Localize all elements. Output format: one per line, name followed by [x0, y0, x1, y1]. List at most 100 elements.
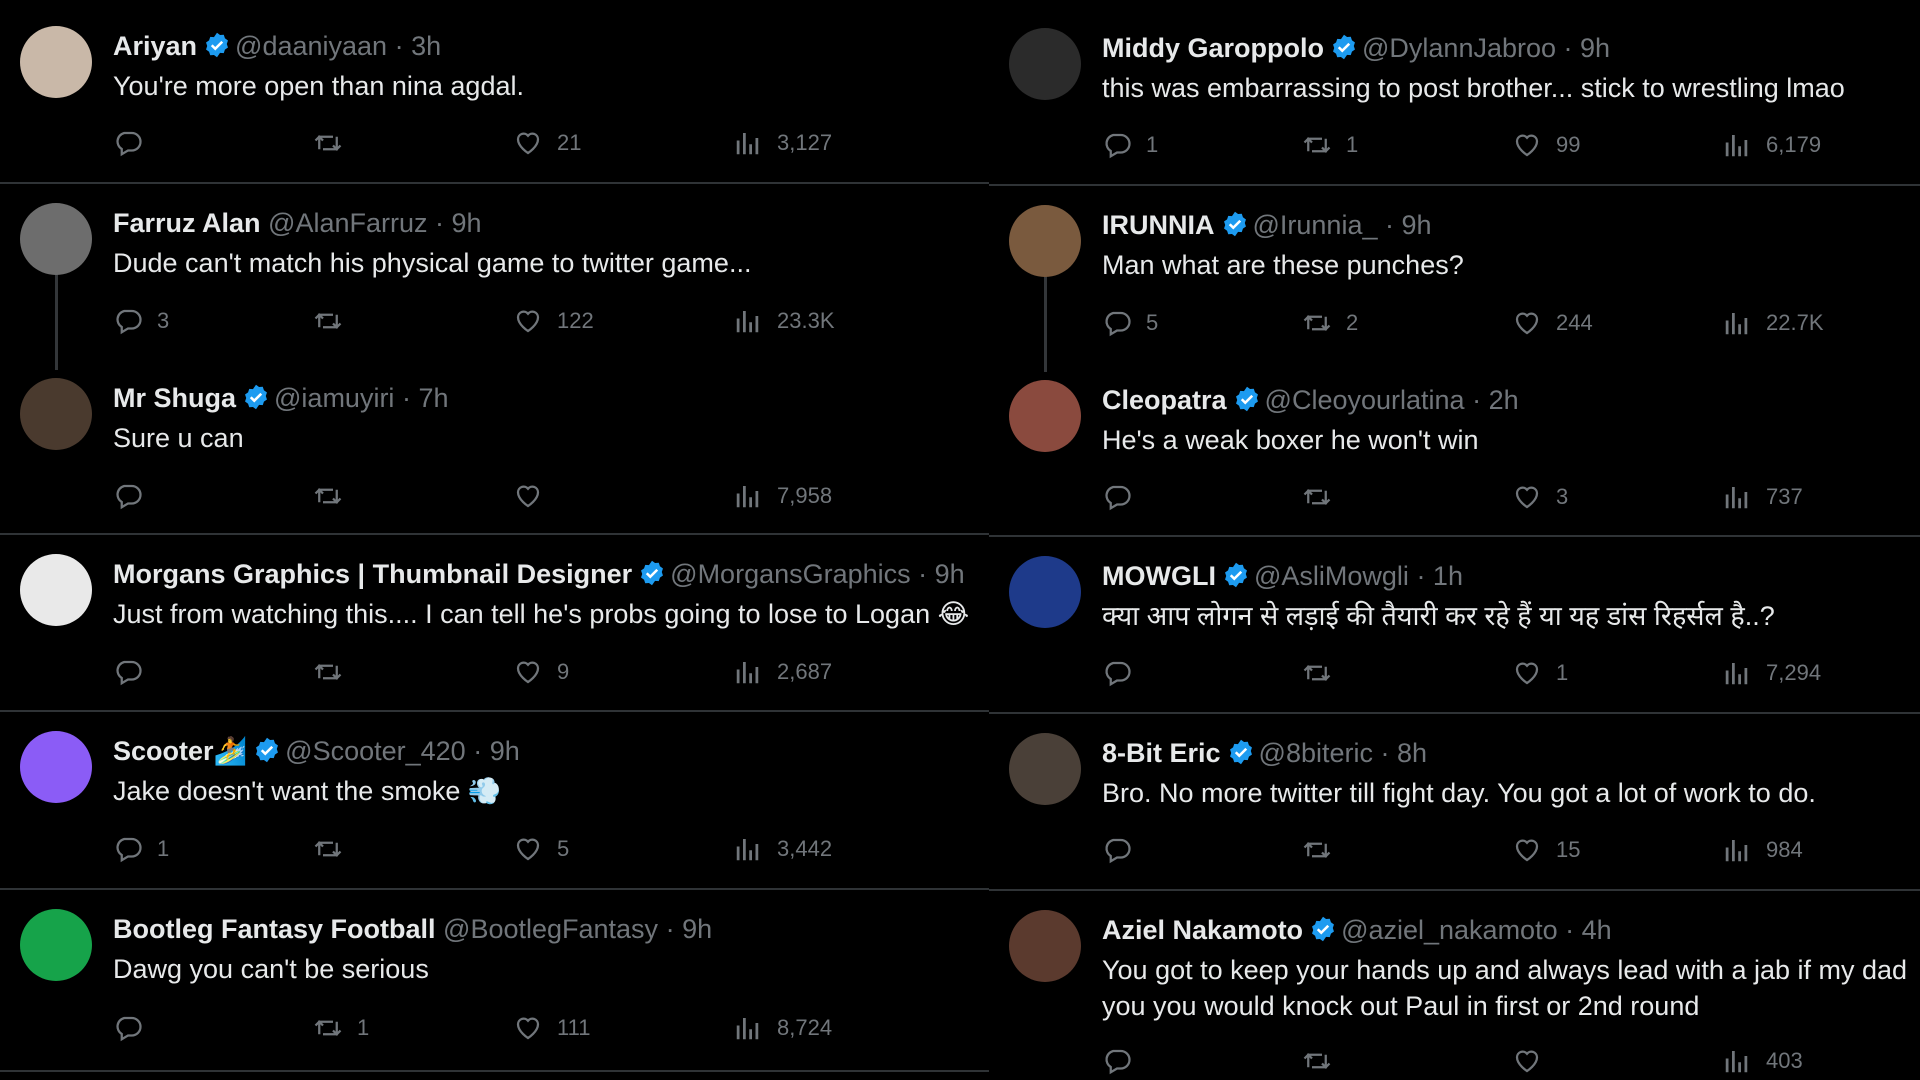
like-button[interactable]: 122 — [513, 305, 594, 337]
views-button[interactable]: 7,958 — [733, 480, 832, 512]
like-button[interactable]: 3 — [1512, 481, 1568, 513]
tweet-time[interactable]: · 1h — [1416, 561, 1463, 591]
user-handle[interactable]: @Scooter_420 — [285, 736, 466, 766]
retweet-button[interactable]: 1 — [313, 1012, 369, 1044]
avatar[interactable] — [20, 731, 92, 803]
tweet-time[interactable]: · 9h — [666, 914, 713, 944]
avatar[interactable] — [1009, 910, 1081, 982]
user-handle[interactable]: @AlanFarruz — [268, 208, 427, 238]
like-button[interactable]: 21 — [513, 127, 581, 159]
like-button[interactable]: 1 — [1512, 657, 1568, 689]
user-handle[interactable]: @8biteric — [1259, 738, 1373, 768]
retweet-button[interactable] — [313, 656, 357, 688]
reply-button[interactable] — [113, 1012, 157, 1044]
like-button[interactable]: 111 — [513, 1012, 590, 1044]
views-button[interactable]: 22.7K — [1722, 307, 1824, 339]
retweet-button[interactable] — [1302, 657, 1346, 689]
avatar[interactable] — [20, 378, 92, 450]
reply-button[interactable] — [1102, 481, 1146, 513]
reply-button[interactable] — [113, 656, 157, 688]
retweet-button[interactable]: 1 — [1302, 129, 1358, 161]
user-handle[interactable]: @AsliMowgli — [1254, 561, 1409, 591]
like-button[interactable]: 244 — [1512, 307, 1593, 339]
tweet-text: You got to keep your hands up and always… — [1102, 952, 1907, 1024]
tweet-time[interactable]: · 9h — [918, 559, 965, 589]
views-button[interactable]: 8,724 — [733, 1012, 832, 1044]
views-button[interactable]: 2,687 — [733, 656, 832, 688]
display-name[interactable]: Cleopatra — [1102, 385, 1227, 415]
like-button[interactable]: 9 — [513, 656, 569, 688]
reply-button[interactable] — [1102, 1045, 1146, 1077]
tweet-time[interactable]: · 9h — [1385, 210, 1432, 240]
avatar[interactable] — [1009, 556, 1081, 628]
display-name[interactable]: Middy Garoppolo — [1102, 33, 1324, 63]
views-button[interactable]: 3,127 — [733, 127, 832, 159]
display-name[interactable]: Aziel Nakamoto — [1102, 915, 1303, 945]
retweet-button[interactable] — [1302, 834, 1346, 866]
tweet-time[interactable]: · 9h — [473, 736, 520, 766]
views-button[interactable]: 984 — [1722, 834, 1803, 866]
reply-button[interactable]: 1 — [1102, 129, 1158, 161]
views-button[interactable]: 6,179 — [1722, 129, 1821, 161]
views-button[interactable]: 403 — [1722, 1045, 1803, 1077]
reply-button[interactable]: 1 — [113, 833, 169, 865]
display-name[interactable]: MOWGLI — [1102, 561, 1216, 591]
tweet-time[interactable]: · 2h — [1472, 385, 1519, 415]
like-count: 1 — [1556, 660, 1569, 685]
tweet-time[interactable]: · 9h — [435, 208, 482, 238]
display-name[interactable]: Scooter🏄 — [113, 736, 247, 766]
like-button[interactable]: 99 — [1512, 129, 1580, 161]
tweet-time[interactable]: · 7h — [402, 383, 449, 413]
user-handle[interactable]: @daaniyaan — [235, 31, 387, 61]
user-handle[interactable]: @iamuyiri — [274, 383, 394, 413]
avatar[interactable] — [1009, 28, 1081, 100]
user-handle[interactable]: @BootlegFantasy — [443, 914, 658, 944]
retweet-button[interactable]: 2 — [1302, 307, 1358, 339]
tweet-time[interactable]: · 3h — [395, 31, 442, 61]
display-name[interactable]: Mr Shuga — [113, 383, 236, 413]
avatar[interactable] — [1009, 380, 1081, 452]
like-button[interactable]: 5 — [513, 833, 569, 865]
retweet-button[interactable] — [313, 480, 357, 512]
reply-button[interactable]: 3 — [113, 305, 169, 337]
tweet-text-line: you you would knock out Paul in first or… — [1102, 991, 1700, 1021]
user-handle[interactable]: @DylannJabroo — [1362, 33, 1556, 63]
retweet-button[interactable] — [313, 305, 357, 337]
avatar[interactable] — [20, 203, 92, 275]
reply-button[interactable] — [113, 127, 157, 159]
display-name[interactable]: Farruz Alan — [113, 208, 261, 238]
avatar[interactable] — [1009, 205, 1081, 277]
display-name[interactable]: IRUNNIA — [1102, 210, 1215, 240]
reply-button[interactable] — [1102, 834, 1146, 866]
user-handle[interactable]: @Irunnia_ — [1253, 210, 1378, 240]
user-handle[interactable]: @MorgansGraphics — [670, 559, 911, 589]
like-button[interactable] — [1512, 1045, 1556, 1077]
reply-button[interactable] — [113, 480, 157, 512]
tweet-time[interactable]: · 8h — [1381, 738, 1428, 768]
like-button[interactable]: 15 — [1512, 834, 1580, 866]
retweet-button[interactable] — [313, 127, 357, 159]
retweet-button[interactable] — [1302, 481, 1346, 513]
display-name[interactable]: Morgans Graphics | Thumbnail Designer — [113, 559, 632, 589]
tweet-time[interactable]: · 4h — [1565, 915, 1612, 945]
views-button[interactable]: 7,294 — [1722, 657, 1821, 689]
views-button[interactable]: 3,442 — [733, 833, 832, 865]
tweet-time[interactable]: · 9h — [1564, 33, 1611, 63]
avatar[interactable] — [1009, 733, 1081, 805]
views-button[interactable]: 737 — [1722, 481, 1803, 513]
display-name[interactable]: Bootleg Fantasy Football — [113, 914, 436, 944]
user-handle[interactable]: @Cleoyourlatina — [1265, 385, 1465, 415]
user-handle[interactable]: @aziel_nakamoto — [1341, 915, 1558, 945]
retweet-button[interactable] — [313, 833, 357, 865]
like-button[interactable] — [513, 480, 557, 512]
avatar[interactable] — [20, 26, 92, 98]
reply-button[interactable]: 5 — [1102, 307, 1158, 339]
tweet-actions: 1 5 3,442 — [113, 833, 989, 865]
display-name[interactable]: 8-Bit Eric — [1102, 738, 1221, 768]
display-name[interactable]: Ariyan — [113, 31, 197, 61]
avatar[interactable] — [20, 554, 92, 626]
retweet-button[interactable] — [1302, 1045, 1346, 1077]
avatar[interactable] — [20, 909, 92, 981]
reply-button[interactable] — [1102, 657, 1146, 689]
views-button[interactable]: 23.3K — [733, 305, 835, 337]
